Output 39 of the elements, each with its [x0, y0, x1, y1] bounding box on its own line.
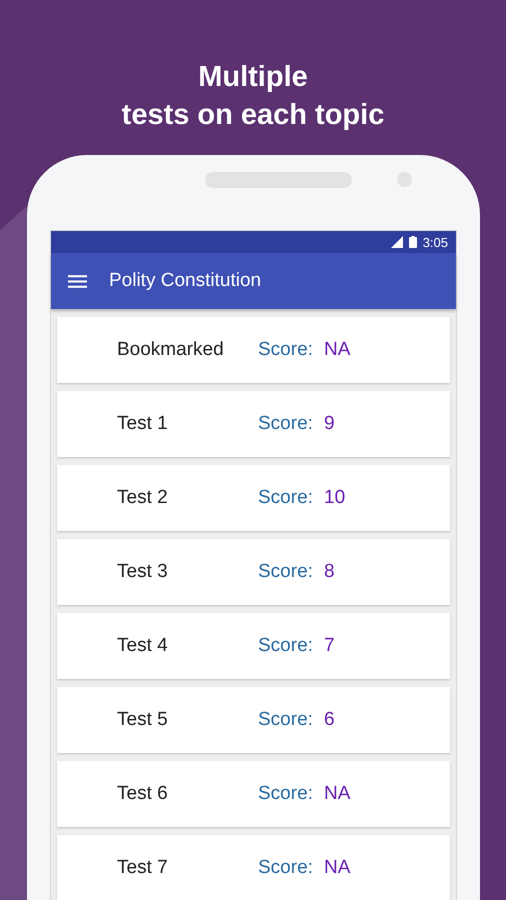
- score-label: Score:: [258, 561, 314, 583]
- test-name: Test 3: [117, 561, 169, 583]
- headline-text: Multiple: [198, 60, 308, 95]
- battery-icon: [408, 236, 417, 248]
- score-value: 10: [324, 487, 346, 509]
- test-name: Test 7: [117, 857, 169, 879]
- status-time: 3:05: [422, 234, 448, 250]
- score-value: NA: [324, 857, 350, 879]
- score-label: Score:: [258, 783, 314, 805]
- menu-icon[interactable]: [68, 274, 87, 288]
- signal-icon: [390, 236, 403, 248]
- test-card[interactable]: Test 3 Score: 8: [57, 539, 450, 605]
- score-label: Score:: [258, 857, 314, 879]
- score-value: 9: [324, 413, 335, 435]
- test-card[interactable]: Test 7 Score: NA: [57, 835, 450, 900]
- test-name: Bookmarked: [117, 339, 225, 361]
- test-card[interactable]: Test 2 Score: 10: [57, 465, 450, 531]
- score-value: 6: [324, 709, 335, 731]
- test-name: Test 2: [117, 487, 169, 509]
- score-value: NA: [324, 339, 350, 361]
- score-label: Score:: [258, 709, 314, 731]
- test-name: Test 5: [117, 709, 169, 731]
- test-card[interactable]: Test 5 Score: 6: [57, 687, 450, 753]
- toolbar-title: Polity Constitution: [109, 270, 262, 292]
- test-card[interactable]: Test 6 Score: NA: [57, 761, 450, 827]
- headline-text: tests on each topic: [122, 98, 384, 133]
- test-card[interactable]: Bookmarked Score: NA: [57, 317, 450, 383]
- score-value: 8: [324, 561, 335, 583]
- test-name: Test 4: [117, 635, 169, 657]
- score-value: NA: [324, 783, 350, 805]
- score-label: Score:: [258, 635, 314, 657]
- test-name: Test 6: [117, 783, 169, 805]
- score-label: Score:: [258, 413, 314, 435]
- score-label: Score:: [258, 487, 314, 509]
- test-name: Test 1: [117, 413, 169, 435]
- score-label: Score:: [258, 339, 314, 361]
- test-card[interactable]: Test 1 Score: 9: [57, 391, 450, 457]
- score-value: 7: [324, 635, 335, 657]
- test-card[interactable]: Test 4 Score: 7: [57, 613, 450, 679]
